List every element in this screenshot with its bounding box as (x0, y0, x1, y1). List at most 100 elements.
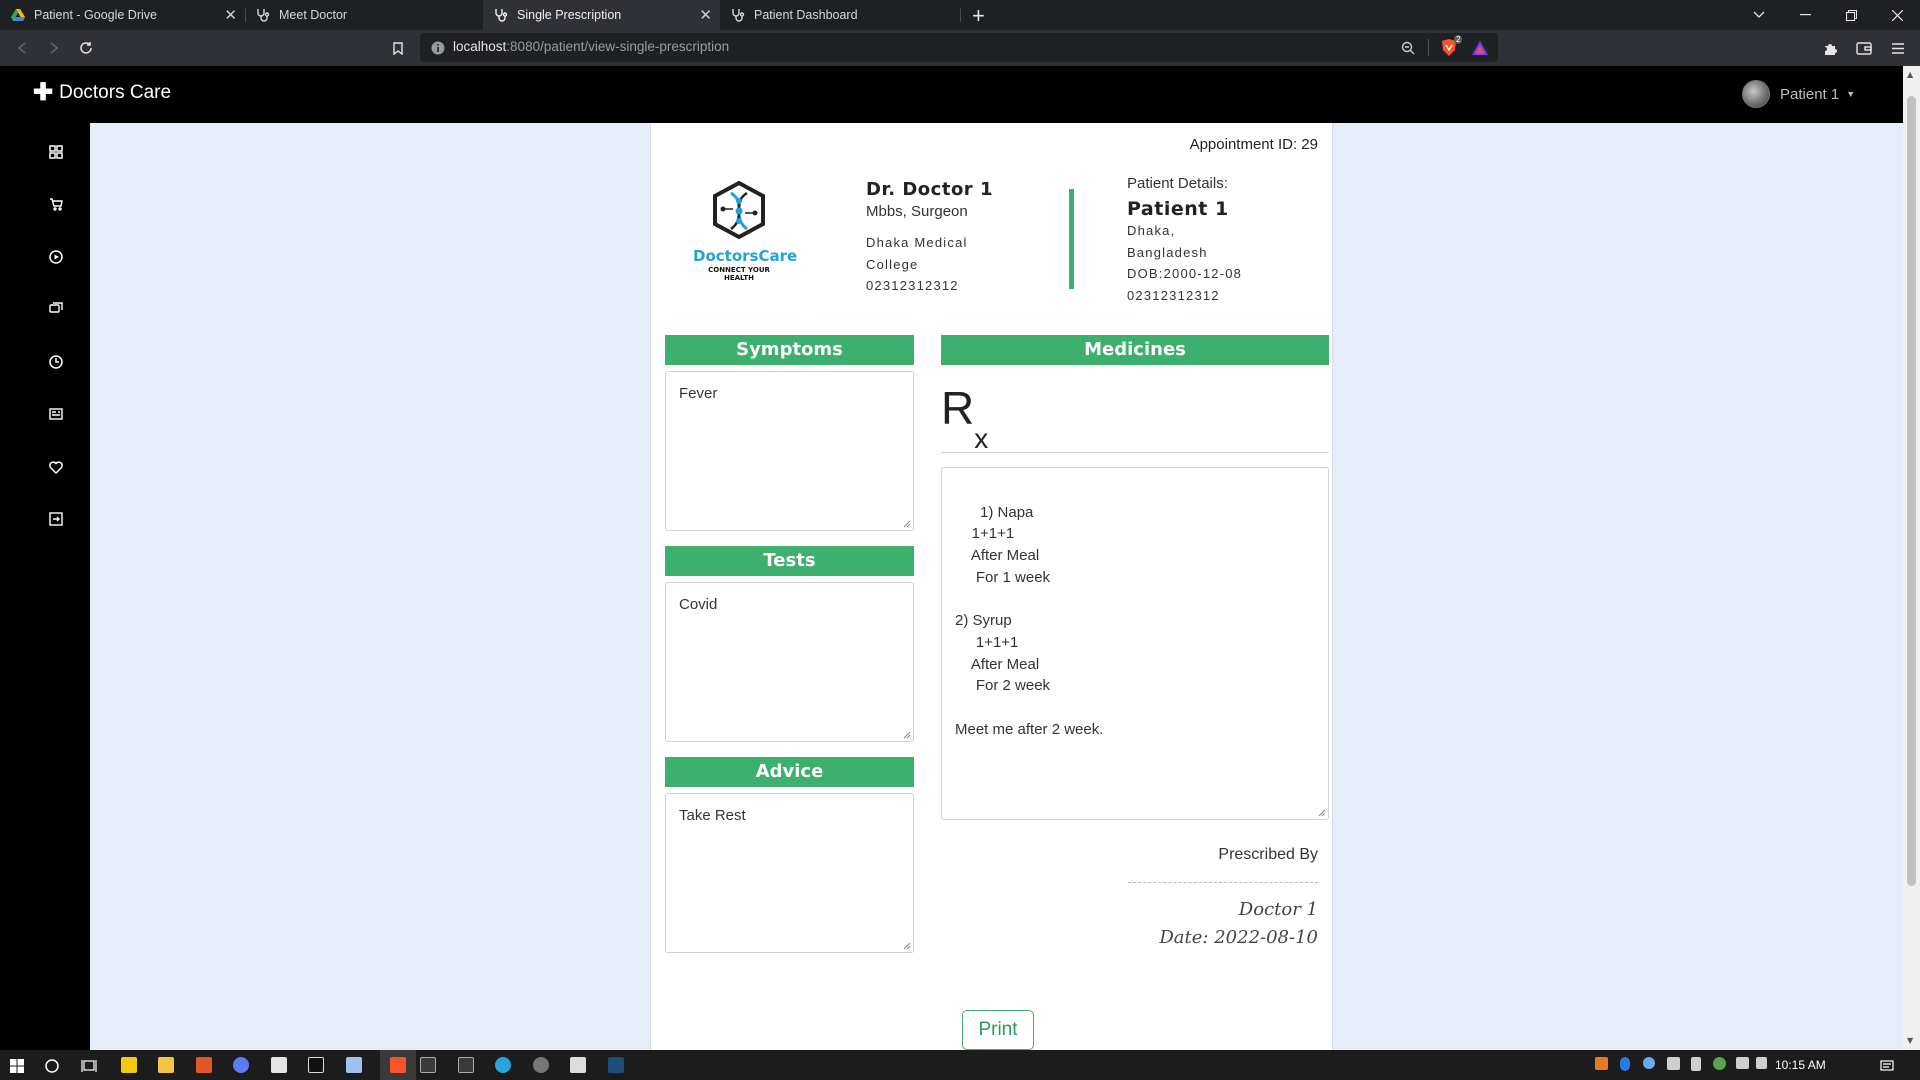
minimize-icon[interactable] (1782, 0, 1828, 30)
new-tab-icon[interactable]: + (972, 3, 985, 29)
symptoms-field[interactable]: Fever (665, 371, 914, 531)
prescribed-by-label: Prescribed By (1218, 846, 1318, 863)
windows-start-icon[interactable] (10, 1058, 24, 1077)
close-window-icon[interactable] (1874, 0, 1920, 30)
menu-icon[interactable] (1888, 38, 1908, 58)
doctor-degree: Mbbs, Surgeon (866, 203, 968, 220)
print-button[interactable]: Print (962, 1010, 1034, 1050)
dashboard-icon[interactable] (47, 143, 65, 161)
tab-google-drive[interactable]: Patient - Google Drive ✕ (0, 0, 245, 30)
url-host: localhost (453, 39, 507, 54)
tab-single-prescription[interactable]: Single Prescription ✕ (483, 0, 720, 30)
zoom-icon[interactable] (1401, 40, 1415, 59)
hexagon-dna-icon (713, 180, 765, 240)
resize-handle-icon[interactable] (901, 729, 911, 739)
tests-field[interactable]: Covid (665, 582, 914, 742)
battery-icon[interactable] (1691, 1057, 1701, 1071)
medicines-field[interactable]: 1) Napa 1+1+1 After Meal For 1 week 2) S… (941, 467, 1329, 820)
chrome-icon[interactable] (533, 1057, 549, 1073)
patient-address: Bangladesh (1127, 245, 1208, 260)
symptoms-value: Fever (679, 385, 718, 402)
url-text: localhost:8080/patient/view-single-presc… (453, 39, 729, 54)
stethoscope-icon (255, 7, 271, 23)
sticky-notes-icon[interactable] (121, 1057, 137, 1073)
tray-app-icon[interactable] (1643, 1057, 1655, 1069)
logo-tagline: CONNECT YOUR HEALTH (708, 266, 770, 282)
brave-rewards-icon[interactable] (1472, 40, 1488, 59)
scroll-up-icon[interactable]: ▲ (1907, 70, 1913, 79)
bluetooth-icon[interactable] (1620, 1057, 1630, 1071)
terminal-icon[interactable] (420, 1057, 436, 1073)
tab-divider (960, 8, 961, 22)
tray-app-icon[interactable] (1667, 1057, 1680, 1070)
resize-handle-icon[interactable] (901, 518, 911, 528)
heart-icon[interactable] (47, 458, 65, 476)
advice-field[interactable]: Take Rest (665, 793, 914, 953)
signature-date: Date: 2022-08-10 (1159, 927, 1318, 948)
telegram-icon[interactable] (495, 1057, 511, 1073)
extensions-icon[interactable] (1820, 38, 1840, 58)
stethoscope-icon (730, 7, 746, 23)
command-prompt-icon[interactable] (458, 1057, 474, 1073)
omnibox-divider (1428, 39, 1429, 56)
taskbar-clock[interactable]: 10:15 AM (1775, 1058, 1826, 1072)
tab-search-chevron-icon[interactable] (1736, 0, 1782, 30)
close-icon[interactable]: ✕ (224, 6, 237, 24)
vscode-icon[interactable] (608, 1057, 624, 1073)
search-circle-icon[interactable] (45, 1058, 59, 1077)
news-icon[interactable] (47, 405, 65, 423)
back-icon[interactable] (12, 38, 32, 58)
intellij-icon[interactable] (308, 1057, 324, 1073)
user-menu[interactable]: Patient 1 ▼ (1742, 80, 1855, 108)
tests-value: Covid (679, 596, 718, 613)
forward-icon[interactable] (44, 38, 64, 58)
sublime-text-icon[interactable] (196, 1057, 212, 1073)
settings-gear-icon[interactable] (570, 1057, 586, 1073)
restore-icon[interactable] (1828, 0, 1874, 30)
rx-subscript: x (974, 423, 989, 455)
volume-icon[interactable] (1756, 1057, 1767, 1069)
shield-count-badge: 2 (1454, 35, 1463, 44)
doctor-phone: 02312312312 (866, 278, 959, 293)
logo-name: DoctorsCare (693, 247, 798, 265)
tray-app-icon[interactable] (1713, 1057, 1726, 1070)
scrollbar-thumb[interactable] (1907, 96, 1916, 886)
tab-title: Single Prescription (517, 8, 622, 22)
close-icon[interactable]: ✕ (699, 6, 712, 24)
history-icon[interactable] (47, 353, 65, 371)
tab-meet-doctor[interactable]: Meet Doctor (245, 0, 483, 30)
divider-bar (1069, 189, 1074, 289)
chat-icon[interactable] (47, 300, 65, 318)
site-info-icon[interactable] (431, 40, 445, 59)
cart-icon[interactable] (47, 195, 65, 213)
logout-icon[interactable] (47, 510, 65, 528)
app-icon[interactable] (233, 1057, 249, 1073)
page-scrollbar[interactable]: ▲ ▼ (1903, 66, 1920, 1050)
resize-handle-icon[interactable] (1316, 807, 1326, 817)
calculator-icon[interactable] (271, 1057, 287, 1073)
tab-title: Patient - Google Drive (34, 8, 157, 22)
resize-handle-icon[interactable] (901, 940, 911, 950)
signature-line (1128, 882, 1318, 883)
tab-patient-dashboard[interactable]: Patient Dashboard (720, 0, 960, 30)
task-view-icon[interactable] (81, 1058, 97, 1077)
browser-tab-strip: Patient - Google Drive ✕ Meet Doctor Sin… (0, 0, 1920, 30)
file-explorer-icon[interactable] (158, 1057, 174, 1073)
google-drive-icon (10, 7, 26, 23)
notepad-icon[interactable] (346, 1057, 362, 1073)
reload-icon[interactable] (76, 38, 96, 58)
stethoscope-icon (493, 7, 509, 23)
wallet-icon[interactable] (1854, 38, 1874, 58)
address-bar[interactable]: localhost:8080/patient/view-single-presc… (420, 33, 1498, 62)
windows-taskbar: 10:15 AM (0, 1050, 1920, 1080)
tray-app-icon[interactable] (1595, 1057, 1608, 1070)
bookmark-icon[interactable] (388, 38, 408, 58)
brave-browser-icon[interactable] (390, 1057, 406, 1073)
scroll-down-icon[interactable]: ▼ (1907, 1036, 1913, 1045)
brand-logo[interactable]: ✚ Doctors Care (33, 81, 171, 105)
notifications-icon[interactable] (1880, 1058, 1894, 1077)
play-icon[interactable] (47, 248, 65, 266)
tab-title: Meet Doctor (279, 8, 348, 22)
signature-name: Doctor 1 (1238, 899, 1318, 920)
network-icon[interactable] (1736, 1057, 1749, 1069)
